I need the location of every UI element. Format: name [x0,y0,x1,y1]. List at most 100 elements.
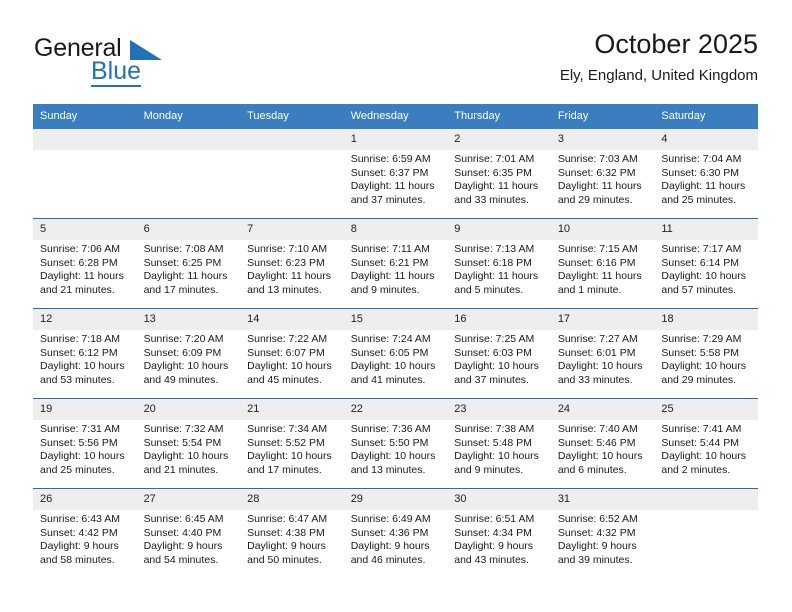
day-details: Sunrise: 6:51 AM Sunset: 4:34 PM Daylight:… [447,510,551,567]
sunset-text: Sunset: 4:32 PM [557,526,636,539]
calendar-day-cell[interactable]: 10 Sunrise: 7:15 AM Sunset: 6:16 PM Dayligh… [550,218,655,309]
sunset-text: Sunset: 6:14 PM [661,256,740,269]
weekday-header-saturday: Saturday [654,104,758,129]
day-number: 29 [343,489,448,510]
day-number: 18 [654,309,758,330]
day-details: Sunrise: 7:15 AM Sunset: 6:16 PM Daylight:… [551,240,655,297]
daylight-text: Daylight: 10 hours and 9 minutes. [454,450,539,476]
calendar-day-cell[interactable]: 18 Sunrise: 7:29 AM Sunset: 5:58 PM Dayligh… [654,308,758,399]
sunrise-text: Sunrise: 6:59 AM [350,153,431,165]
daylight-text: Daylight: 9 hours and 54 minutes. [143,540,223,566]
calendar-day-cell[interactable]: 24 Sunrise: 7:40 AM Sunset: 5:46 PM Dayligh… [550,398,655,489]
sunrise-text: Sunrise: 7:03 AM [557,153,638,165]
calendar-day-cell[interactable]: 7 Sunrise: 7:10 AM Sunset: 6:23 PM Daylight… [240,218,344,309]
calendar-day-cell[interactable]: 31 Sunrise: 6:52 AM Sunset: 4:32 PM Dayligh… [550,488,655,578]
daylight-text: Daylight: 9 hours and 46 minutes. [350,540,430,566]
calendar-week-row: 1 Sunrise: 6:59 AM Sunset: 6:37 PM Daylight… [33,129,758,219]
calendar-day-cell[interactable]: 9 Sunrise: 7:13 AM Sunset: 6:18 PM Daylight… [447,218,551,309]
daylight-text: Daylight: 11 hours and 17 minutes. [143,270,228,296]
calendar-day-cell[interactable]: 30 Sunrise: 6:51 AM Sunset: 4:34 PM Dayligh… [447,488,551,578]
calendar-day-cell[interactable]: 26 Sunrise: 6:43 AM Sunset: 4:42 PM Dayligh… [33,488,137,578]
day-number: 5 [33,219,137,240]
sunset-text: Sunset: 6:12 PM [40,346,118,359]
brand-logo[interactable]: General Blue [34,34,254,88]
sunrise-text: Sunrise: 7:25 AM [454,333,535,345]
sunset-text: Sunset: 5:50 PM [350,436,429,449]
day-number: 20 [136,399,241,420]
sunset-text: Sunset: 5:46 PM [557,436,636,449]
calendar-day-cell[interactable]: 5 Sunrise: 7:06 AM Sunset: 6:28 PM Daylight… [33,218,137,309]
calendar-day-cell[interactable]: 13 Sunrise: 7:20 AM Sunset: 6:09 PM Dayligh… [136,308,241,399]
daylight-text: Daylight: 11 hours and 29 minutes. [557,180,642,206]
sunrise-text: Sunrise: 7:32 AM [143,423,224,435]
day-details: Sunrise: 6:47 AM Sunset: 4:38 PM Daylight:… [240,510,344,567]
weekday-header-sunday: Sunday [33,104,137,129]
calendar-day-cell[interactable]: 25 Sunrise: 7:41 AM Sunset: 5:44 PM Dayligh… [654,398,758,489]
calendar-week-row: 19 Sunrise: 7:31 AM Sunset: 5:56 PM Dayligh… [33,398,758,489]
sunrise-text: Sunrise: 7:38 AM [454,423,535,435]
daylight-text: Daylight: 10 hours and 21 minutes. [143,450,229,476]
daylight-text: Daylight: 11 hours and 9 minutes. [350,270,435,296]
calendar-day-cell[interactable]: 12 Sunrise: 7:18 AM Sunset: 6:12 PM Dayligh… [33,308,137,399]
calendar-day-cell[interactable]: 20 Sunrise: 7:32 AM Sunset: 5:54 PM Dayligh… [136,398,241,489]
day-details: Sunrise: 7:40 AM Sunset: 5:46 PM Daylight:… [551,420,655,477]
calendar-empty-cell [240,129,344,219]
calendar-day-cell[interactable]: 15 Sunrise: 7:24 AM Sunset: 6:05 PM Dayligh… [343,308,448,399]
day-number: 23 [447,399,551,420]
day-number: 26 [33,489,137,510]
calendar-day-cell[interactable]: 1 Sunrise: 6:59 AM Sunset: 6:37 PM Daylight… [343,129,448,219]
sunset-text: Sunset: 6:01 PM [557,346,636,359]
day-details: Sunrise: 7:01 AM Sunset: 6:35 PM Daylight:… [447,150,551,207]
calendar-empty-cell [654,488,758,578]
sunrise-text: Sunrise: 7:24 AM [350,333,431,345]
day-details: Sunrise: 7:38 AM Sunset: 5:48 PM Daylight:… [447,420,551,477]
calendar-day-cell[interactable]: 21 Sunrise: 7:34 AM Sunset: 5:52 PM Dayligh… [240,398,344,489]
daylight-text: Daylight: 9 hours and 39 minutes. [557,540,637,566]
sunset-text: Sunset: 4:36 PM [350,526,429,539]
daylight-text: Daylight: 10 hours and 45 minutes. [247,360,332,386]
brand-underline [91,85,141,87]
daylight-text: Daylight: 11 hours and 13 minutes. [247,270,331,296]
calendar-day-cell[interactable]: 6 Sunrise: 7:08 AM Sunset: 6:25 PM Daylight… [136,218,241,309]
sunrise-text: Sunrise: 6:51 AM [454,513,535,525]
day-details: Sunrise: 6:49 AM Sunset: 4:36 PM Daylight:… [344,510,448,567]
day-details: Sunrise: 7:04 AM Sunset: 6:30 PM Daylight:… [654,150,758,207]
day-number: 21 [240,399,344,420]
day-number: 8 [343,219,448,240]
calendar-day-cell[interactable]: 28 Sunrise: 6:47 AM Sunset: 4:38 PM Dayligh… [240,488,344,578]
calendar-day-cell[interactable]: 29 Sunrise: 6:49 AM Sunset: 4:36 PM Dayligh… [343,488,448,578]
calendar-day-cell[interactable]: 16 Sunrise: 7:25 AM Sunset: 6:03 PM Dayligh… [447,308,551,399]
day-details: Sunrise: 7:24 AM Sunset: 6:05 PM Daylight:… [344,330,448,387]
sunrise-text: Sunrise: 7:20 AM [143,333,224,345]
daylight-text: Daylight: 10 hours and 6 minutes. [557,450,643,476]
calendar-day-cell[interactable]: 4 Sunrise: 7:04 AM Sunset: 6:30 PM Daylight… [654,129,758,219]
day-details: Sunrise: 7:13 AM Sunset: 6:18 PM Daylight:… [447,240,551,297]
calendar-day-cell[interactable]: 2 Sunrise: 7:01 AM Sunset: 6:35 PM Daylight… [447,129,551,219]
calendar-day-cell[interactable]: 17 Sunrise: 7:27 AM Sunset: 6:01 PM Dayligh… [550,308,655,399]
sunset-text: Sunset: 4:38 PM [247,526,325,539]
sunrise-text: Sunrise: 7:31 AM [40,423,120,435]
day-details: Sunrise: 7:32 AM Sunset: 5:54 PM Daylight:… [137,420,241,477]
day-details: Sunrise: 7:20 AM Sunset: 6:09 PM Daylight:… [137,330,241,387]
calendar-day-cell[interactable]: 19 Sunrise: 7:31 AM Sunset: 5:56 PM Dayligh… [33,398,137,489]
calendar-day-cell[interactable]: 23 Sunrise: 7:38 AM Sunset: 5:48 PM Dayligh… [447,398,551,489]
calendar-day-cell[interactable]: 11 Sunrise: 7:17 AM Sunset: 6:14 PM Dayligh… [654,218,758,309]
day-details: Sunrise: 6:52 AM Sunset: 4:32 PM Daylight:… [551,510,655,567]
day-number: 27 [136,489,241,510]
sunrise-text: Sunrise: 7:18 AM [40,333,120,345]
calendar-week-row: 12 Sunrise: 7:18 AM Sunset: 6:12 PM Dayligh… [33,308,758,399]
calendar-day-cell[interactable]: 22 Sunrise: 7:36 AM Sunset: 5:50 PM Dayligh… [343,398,448,489]
calendar-day-cell[interactable]: 8 Sunrise: 7:11 AM Sunset: 6:21 PM Daylight… [343,218,448,309]
sunset-text: Sunset: 6:32 PM [557,166,636,179]
daylight-text: Daylight: 10 hours and 33 minutes. [557,360,643,386]
calendar-day-cell[interactable]: 14 Sunrise: 7:22 AM Sunset: 6:07 PM Dayligh… [240,308,344,399]
day-number: 13 [136,309,241,330]
daylight-text: Daylight: 10 hours and 49 minutes. [143,360,229,386]
calendar-day-cell[interactable]: 3 Sunrise: 7:03 AM Sunset: 6:32 PM Daylight… [550,129,655,219]
calendar-day-cell[interactable]: 27 Sunrise: 6:45 AM Sunset: 4:40 PM Dayligh… [136,488,241,578]
sunset-text: Sunset: 4:34 PM [454,526,532,539]
day-details: Sunrise: 7:10 AM Sunset: 6:23 PM Daylight:… [240,240,344,297]
sunrise-text: Sunrise: 7:04 AM [661,153,742,165]
sunset-text: Sunset: 6:16 PM [557,256,636,269]
calendar-grid: Sunday Monday Tuesday Wednesday Thursday… [33,104,758,578]
